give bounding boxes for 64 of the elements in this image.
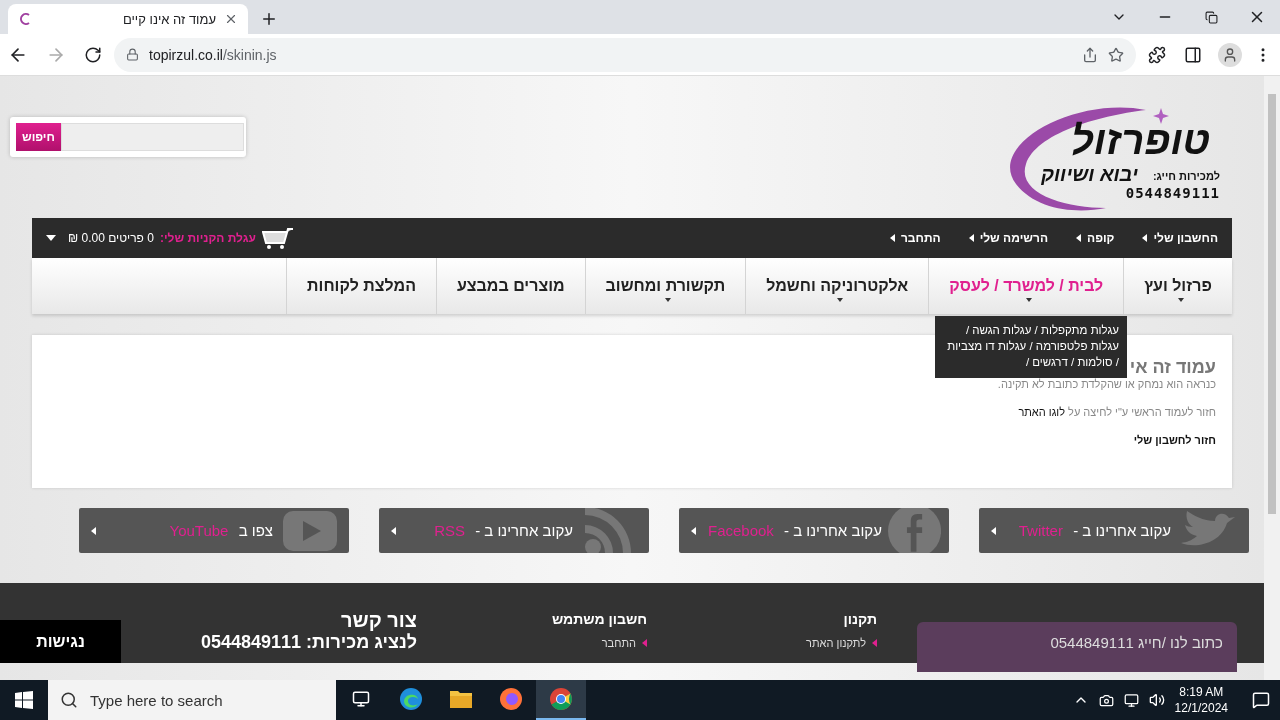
top-link[interactable]: הרשימה שלי: [968, 231, 1048, 245]
dropdown-caret-icon[interactable]: [46, 235, 56, 241]
cart-summary: 0 פריטים 0.00 ₪: [68, 231, 154, 245]
search-field[interactable]: [60, 123, 244, 151]
browser-tab[interactable]: עמוד זה אינו קיים: [8, 4, 248, 34]
footer-link[interactable]: התחבר: [457, 637, 647, 649]
extensions-icon[interactable]: [1148, 45, 1166, 64]
search-icon: [60, 691, 78, 709]
notifications-icon[interactable]: [1252, 691, 1270, 709]
submenu-tooltip: עגלות מתקפלות / עגלות הגשה / עגלות פלטפורמה / עגלות דו מצביות / סולמות / דרגשים /: [935, 316, 1127, 378]
top-link[interactable]: קופה: [1076, 231, 1115, 245]
url-text: topirzul.co.il/skinin.js: [149, 46, 277, 63]
logo-name: טופרזול: [1070, 118, 1210, 163]
menu-item[interactable]: אלקטרוניקה וחשמל: [745, 258, 929, 314]
menu-item[interactable]: מוצרים במבצע: [435, 258, 585, 314]
menu-item[interactable]: המלצת לקוחות: [286, 258, 436, 314]
round-browser-icon[interactable]: [549, 687, 573, 711]
menu-item[interactable]: פרזול ועץ: [1123, 258, 1232, 314]
subtitle: כנראה הוא נמחק או שהקלדת כתובת לא תקינה.: [996, 378, 1216, 390]
reload-icon[interactable]: [84, 45, 102, 64]
account-link[interactable]: חזור לחשבון שלי: [1133, 434, 1216, 446]
menu-item[interactable]: לבית / למשרד / לעסק: [928, 258, 1124, 314]
cart-icon[interactable]: [261, 227, 294, 249]
footer-heading: צור קשר: [340, 609, 417, 632]
site-favicon: [18, 12, 32, 26]
taskbar-search-box[interactable]: Type here to search: [48, 680, 336, 720]
phone-number: 0544849111: [1125, 185, 1220, 201]
sales-phone: לנציג מכירות: 0544849111: [200, 632, 417, 653]
bookmark-star-icon[interactable]: [1108, 46, 1124, 63]
network-icon[interactable]: [1123, 692, 1139, 708]
search-button[interactable]: חיפוש: [16, 123, 61, 151]
profile-icon[interactable]: [1218, 42, 1242, 67]
arrow-icon: [391, 526, 396, 535]
browser-wave-icon[interactable]: [399, 687, 423, 711]
page-title: עמוד זה אי: [1129, 357, 1216, 378]
side-panel-icon[interactable]: [1184, 45, 1202, 64]
menu-item[interactable]: תקשורת ומחשוב: [584, 258, 746, 314]
volume-icon[interactable]: [1148, 692, 1165, 708]
accessibility-button[interactable]: נגישות: [0, 620, 121, 663]
footer-heading: תקנון: [842, 611, 877, 627]
address-bar[interactable]: topirzul.co.il/skinin.js: [114, 37, 1136, 72]
top-link[interactable]: החשבון שלי: [1142, 231, 1218, 245]
tab-title: עמוד זה אינו קיים: [121, 11, 216, 27]
fox-globe-icon[interactable]: [499, 687, 523, 711]
facebook-f-icon: [887, 508, 941, 553]
cart-label: עגלת הקניות שלי:: [159, 231, 256, 245]
lock-icon: [126, 48, 139, 61]
folder-icon[interactable]: [449, 688, 473, 710]
arrow-icon: [91, 526, 96, 535]
clock[interactable]: 8:19 AM 12/1/2024: [1174, 684, 1228, 716]
share-icon[interactable]: [1082, 46, 1098, 63]
top-link[interactable]: התחבר: [889, 231, 941, 245]
logo-tagline: יבוא ושיווק: [1041, 163, 1138, 186]
back-text: חזור לעמוד הראשי ע"י לחיצה על לוגו האתר: [1017, 406, 1216, 418]
arrow-icon: [991, 526, 996, 535]
arrow-icon: [691, 526, 696, 535]
camera-icon[interactable]: [1098, 692, 1114, 708]
close-tab-icon[interactable]: [224, 12, 238, 26]
contact-box: כתוב לנו /חייג 0544849111: [917, 622, 1237, 672]
phone-label: למכירות חייג:: [1152, 170, 1220, 182]
footer-link[interactable]: לתקנון האתר: [687, 637, 877, 649]
logo-link[interactable]: לוגו האתר: [1018, 406, 1065, 418]
footer-heading: חשבון משתמש: [550, 611, 647, 627]
taskbar-search-field[interactable]: Type here to search: [88, 690, 324, 710]
